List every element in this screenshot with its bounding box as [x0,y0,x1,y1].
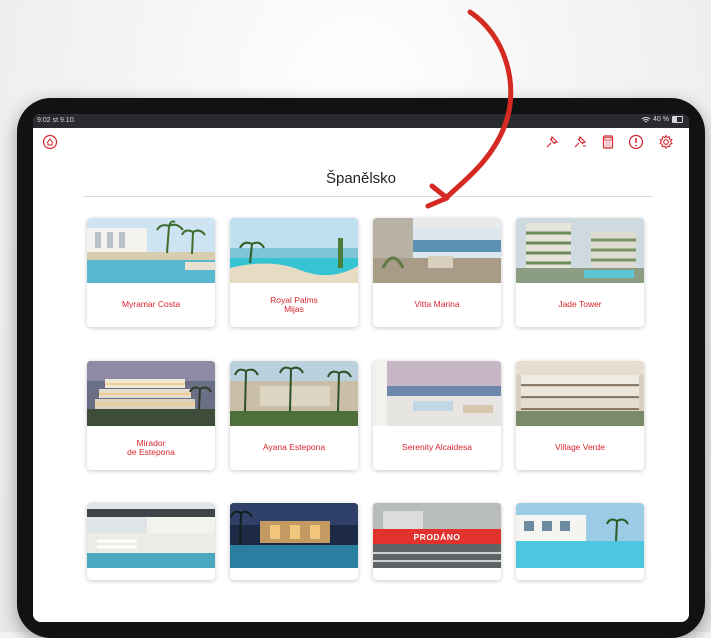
page-title: Španělsko [325,170,397,187]
tablet-frame: 9:02 st 9.10. 40 % Španělsko Myramar Cos… [17,98,705,638]
property-photo [516,361,644,426]
property-name: Jade Tower [558,299,602,310]
property-photo [87,503,215,568]
property-card-serenity-alcaidesa[interactable]: Serenity Alcaidesa [373,361,501,470]
wifi-icon [642,116,651,122]
gear-icon[interactable] [657,133,675,151]
scroll-fade [33,584,689,622]
property-card-11[interactable]: PRODÁNO [373,503,501,580]
property-photo [230,503,358,568]
calculator-icon[interactable] [599,133,617,151]
property-photo [516,503,644,568]
property-photo [230,218,358,283]
alert-icon[interactable] [627,133,645,151]
property-card-9[interactable] [87,503,215,580]
property-name: Myramar Costa [121,299,181,310]
property-card-mirador-de-estepona[interactable]: Mirador de Estepona [87,361,215,470]
property-name: Mirador de Estepona [127,437,175,457]
property-card-village-verde[interactable]: Village Verde [516,361,644,470]
property-name [87,568,215,580]
status-indicators: 40 % [642,116,683,123]
pin-icon[interactable] [543,133,561,151]
property-photo [87,361,215,426]
title-divider [83,196,653,197]
property-name: Vitta Marina [414,299,460,310]
battery-level [673,117,677,122]
property-card-10[interactable] [230,503,358,580]
property-card-ayana-estepona[interactable]: Ayana Estepona [230,361,358,470]
property-photo [87,218,215,283]
property-card-royal-palms-mijas[interactable]: Royal Palms Mijas [230,218,358,327]
property-name: Village Verde [555,442,605,453]
battery-percent: 40 % [653,116,669,123]
property-photo [373,361,501,426]
app-screen: 9:02 st 9.10. 40 % Španělsko Myramar Cos… [33,114,689,622]
property-name [373,568,501,580]
status-bar: 9:02 st 9.10. 40 % [33,114,689,128]
status-time-date: 9:02 st 9.10. [37,117,76,124]
status-date: st 9.10. [52,117,76,124]
property-name: Ayana Estepona [262,442,326,453]
property-name: Royal Palms Mijas [270,294,318,314]
property-card-vitta-marina[interactable]: Vitta Marina [373,218,501,327]
pin-alt-icon[interactable] [571,133,589,151]
property-name [230,568,358,580]
property-photo: PRODÁNO [373,503,501,568]
sold-badge: PRODÁNO [373,529,501,544]
status-time: 9:02 [37,117,51,124]
logo-badge-icon[interactable] [41,133,59,151]
property-name: Serenity Alcaidesa [402,442,472,453]
property-card-myramar-costa[interactable]: Myramar Costa [87,218,215,327]
property-photo [373,218,501,283]
property-card-jade-tower[interactable]: Jade Tower [516,218,644,327]
property-photo [230,361,358,426]
property-card-12[interactable] [516,503,644,580]
property-name [516,568,644,580]
top-toolbar [33,128,689,158]
property-photo [516,218,644,283]
battery-icon [672,116,683,123]
